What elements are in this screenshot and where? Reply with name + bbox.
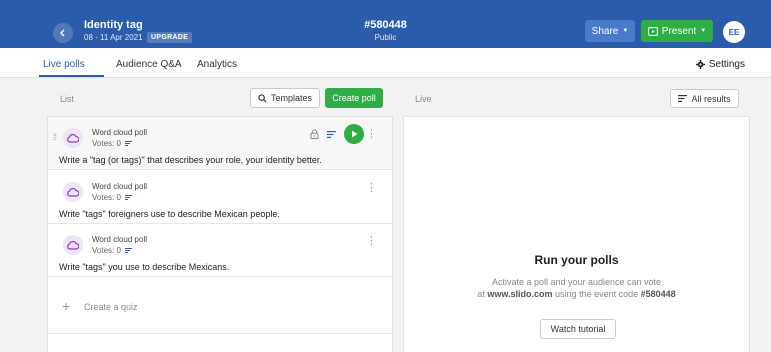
create-quiz-button[interactable]: + Create a quiz [48,278,392,334]
activate-poll-button[interactable] [344,124,364,144]
poll-question: Write "tags" foreigners use to describe … [59,209,280,219]
results-lines-icon [124,195,132,200]
watch-tutorial-button[interactable]: Watch tutorial [540,319,616,339]
run-polls-description: Activate a poll and your audience can vo… [491,277,662,287]
results-lines-icon[interactable] [327,130,336,138]
all-results-button[interactable]: All results [670,89,739,108]
settings-button[interactable]: Settings [695,59,745,70]
present-button[interactable]: Present ▼ [641,20,713,42]
create-poll-button[interactable]: Create poll [325,88,383,108]
settings-label: Settings [708,59,745,70]
word-cloud-icon [63,235,83,255]
live-heading: Live [415,94,432,104]
present-label: Present [661,25,697,37]
active-tab-indicator [39,75,104,77]
caret-down-icon: ▼ [622,28,629,34]
more-options-icon[interactable]: ⋮ [366,236,377,247]
list-heading: List [60,94,75,104]
tab-analytics[interactable]: Analytics [197,59,237,70]
poll-question: Write "tags" you use to describe Mexican… [59,262,230,272]
poll-type: Word cloud poll [92,182,147,191]
poll-list-panel: ⁞⁞ Word cloud poll Votes: 0 ⋮ Write a "t… [47,116,393,352]
poll-question: Write a "tag (or tags)" that describes y… [59,155,322,165]
poll-votes-count: Votes: 0 [92,246,121,255]
share-button[interactable]: Share ▼ [585,20,635,42]
word-cloud-icon [63,128,83,148]
tab-bar: Live polls Audience Q&A Analytics Settin… [0,48,771,78]
present-icon [647,26,658,36]
poll-votes-count: Votes: 0 [92,193,121,202]
more-options-icon[interactable]: ⋮ [366,129,377,140]
poll-type: Word cloud poll [92,128,147,137]
poll-votes: Votes: 0 [92,139,132,148]
all-results-label: All results [691,93,731,104]
slido-link[interactable]: www.slido.com [487,289,552,299]
poll-type: Word cloud poll [92,235,147,244]
poll-actions [310,124,364,144]
more-options-icon[interactable]: ⋮ [366,183,377,194]
search-icon [258,93,267,103]
word-cloud-icon [63,182,83,202]
poll-item[interactable]: Word cloud poll Votes: 0 ⋮ Write "tags" … [48,171,392,224]
gear-icon [695,60,705,69]
caret-down-icon: ▼ [700,28,707,34]
poll-votes: Votes: 0 [92,246,132,255]
plus-icon: + [62,298,71,314]
create-quiz-label: Create a quiz [84,302,138,312]
run-polls-title: Run your polls [534,253,619,267]
user-avatar[interactable]: EE [723,21,745,43]
poll-item[interactable]: Word cloud poll Votes: 0 ⋮ Write "tags" … [48,224,392,277]
poll-votes: Votes: 0 [92,193,132,202]
tab-audience-qa[interactable]: Audience Q&A [116,59,182,70]
templates-button[interactable]: Templates [250,88,320,108]
lock-icon[interactable] [310,129,319,139]
play-icon [351,130,357,138]
live-panel: Run your polls Activate a poll and your … [403,116,750,352]
tab-live-polls[interactable]: Live polls [43,59,85,70]
drag-handle-icon[interactable]: ⁞⁞ [53,132,57,142]
instructions-at: at [477,289,485,299]
share-label: Share [591,25,619,37]
event-code-highlight: #580448 [640,289,676,299]
results-lines-icon [124,141,132,146]
instructions-middle: using the event code [555,289,639,299]
poll-votes-count: Votes: 0 [92,139,121,148]
top-header: Identity tag 08 - 11 Apr 2021 UPGRADE #5… [0,0,771,48]
results-lines-icon [678,95,688,102]
run-polls-instructions: at www.slido.com using the event code #5… [404,289,749,299]
results-lines-icon [124,248,132,253]
templates-label: Templates [270,93,313,103]
poll-item[interactable]: ⁞⁞ Word cloud poll Votes: 0 ⋮ Write a "t… [48,117,392,170]
